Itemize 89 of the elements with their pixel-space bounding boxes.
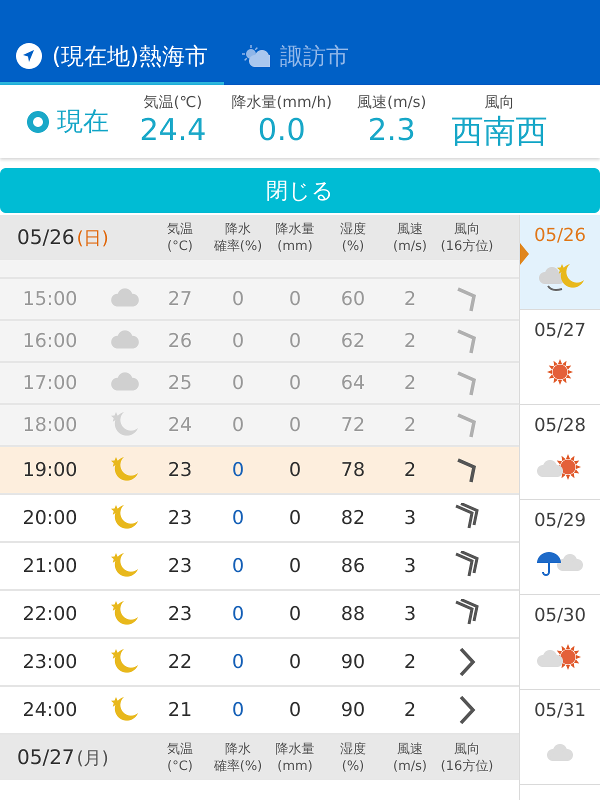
- temp-cell-text: 23: [166, 555, 194, 577]
- stat-label: 降水量(mm/h): [231, 93, 332, 112]
- column-header: 気温 (°C): [166, 740, 194, 774]
- pointer-icon: [520, 243, 529, 265]
- column-header: 気温 (°C): [166, 220, 194, 254]
- precip-cell-text: 0: [288, 288, 302, 310]
- stat-value: 西南西: [451, 112, 548, 150]
- cloud-sun-icon: [240, 45, 270, 67]
- stat-value: 2.3: [368, 112, 416, 150]
- temp-cell-text: 26: [166, 330, 194, 352]
- pop-cell-text: 0: [230, 699, 246, 721]
- now-label: 現在: [57, 106, 109, 139]
- humidity-cell-text: 90: [340, 699, 366, 721]
- pop-cell-text: 0: [230, 330, 246, 352]
- column-header: 降水量 (mm): [274, 220, 316, 254]
- time-cell-text: 16:00: [22, 330, 78, 352]
- precip-cell-text: 0: [288, 555, 302, 577]
- time-cell-text: 24:00: [22, 699, 78, 721]
- wind-cell-text: 2: [402, 330, 418, 352]
- precip-cell-text: 0: [288, 459, 302, 481]
- column-header: 湿度 (%): [339, 740, 367, 774]
- pop-cell-text: 0: [230, 507, 246, 529]
- stat-value: 0.0: [258, 112, 306, 150]
- navigation-icon: [16, 43, 42, 69]
- wind-cell-text: 2: [402, 699, 418, 721]
- column-header: 風速 (m/s): [392, 740, 428, 774]
- wind-cell-text: 3: [402, 603, 418, 625]
- ring-icon: [27, 110, 49, 132]
- temp-cell-text: 27: [166, 288, 194, 310]
- stat-label: 風速(m/s): [357, 93, 426, 112]
- column-header: 降水 確率(%): [212, 740, 264, 774]
- wind-cell-text: 2: [402, 288, 418, 310]
- pop-cell-text: 0: [230, 459, 246, 481]
- humidity-cell-text: 60: [340, 288, 366, 310]
- wind-cell-text: 3: [402, 507, 418, 529]
- humidity-cell-text: 62: [340, 330, 366, 352]
- pop-cell-text: 0: [230, 603, 246, 625]
- precip-cell-text: 0: [288, 507, 302, 529]
- time-cell-text: 17:00: [22, 372, 78, 394]
- city-tab[interactable]: (現在地)熱海市: [0, 30, 224, 85]
- wind-cell-text: 3: [402, 555, 418, 577]
- temp-cell-text: 25: [166, 372, 194, 394]
- time-cell-text: 19:00: [22, 459, 78, 481]
- time-cell-text: 15:00: [22, 288, 78, 310]
- temp-cell-text: 22: [166, 651, 194, 673]
- humidity-cell-text: 88: [340, 603, 366, 625]
- column-header: 風向 (16方位): [440, 220, 494, 254]
- humidity-cell-text: 82: [340, 507, 366, 529]
- precip-cell-text: 0: [288, 414, 302, 436]
- pop-cell-text: 0: [230, 288, 246, 310]
- temp-cell-text: 23: [166, 507, 194, 529]
- column-header: 降水 確率(%): [212, 220, 264, 254]
- humidity-cell-text: 78: [340, 459, 366, 481]
- temp-cell-text: 23: [166, 459, 194, 481]
- wind-cell-text: 2: [402, 459, 418, 481]
- precip-cell-text: 0: [288, 372, 302, 394]
- stat-value: 24.4: [140, 112, 206, 150]
- pop-cell-text: 0: [230, 651, 246, 673]
- wind-cell-text: 2: [402, 414, 418, 436]
- hour-row[interactable]: 19:00 23 0 0 78 2: [0, 447, 519, 495]
- wind-cell-text: 2: [402, 372, 418, 394]
- temp-cell-text: 23: [166, 603, 194, 625]
- time-cell-text: 18:00: [22, 414, 78, 436]
- day-date: 05/27(月): [16, 745, 110, 770]
- temp-cell-text: 21: [166, 699, 194, 721]
- precip-cell-text: 0: [288, 603, 302, 625]
- column-header: 降水量 (mm): [274, 740, 316, 774]
- pop-cell-text: 0: [230, 414, 246, 436]
- humidity-cell-text: 72: [340, 414, 366, 436]
- temp-cell-text: 24: [166, 414, 194, 436]
- precip-cell-text: 0: [288, 699, 302, 721]
- pop-cell-text: 0: [230, 555, 246, 577]
- stat-label: 風向: [484, 93, 514, 112]
- stat-label: 気温(℃): [144, 93, 202, 112]
- column-header: 風向 (16方位): [440, 740, 494, 774]
- humidity-cell-text: 86: [340, 555, 366, 577]
- wind-cell-text: 2: [402, 651, 418, 673]
- precip-cell-text: 0: [288, 330, 302, 352]
- time-cell-text: 20:00: [22, 507, 78, 529]
- precip-cell-text: 0: [288, 651, 302, 673]
- time-cell-text: 23:00: [22, 651, 78, 673]
- time-cell-text: 21:00: [22, 555, 78, 577]
- humidity-cell-text: 90: [340, 651, 366, 673]
- pop-cell-text: 0: [230, 372, 246, 394]
- humidity-cell-text: 64: [340, 372, 366, 394]
- column-header: 湿度 (%): [339, 220, 367, 254]
- day-date: 05/26(日): [16, 225, 110, 250]
- column-header: 風速 (m/s): [392, 220, 428, 254]
- time-cell-text: 22:00: [22, 603, 78, 625]
